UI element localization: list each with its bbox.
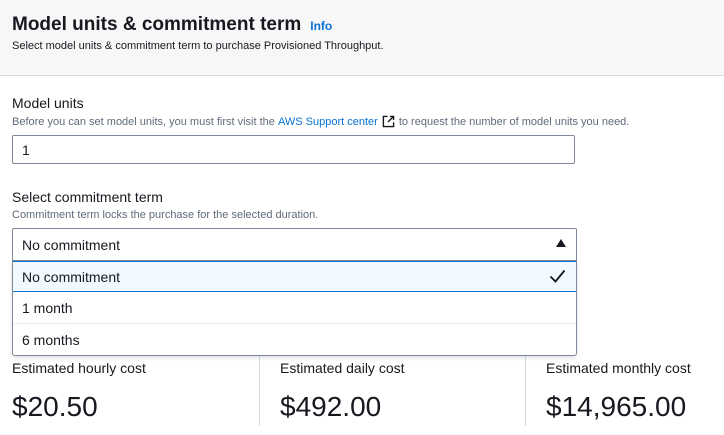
model-units-description: Before you can set model units, you must… <box>12 115 629 128</box>
daily-cost-value: $492.00 <box>280 391 382 422</box>
hourly-cost-value: $20.50 <box>12 391 98 422</box>
hourly-cost-label: Estimated hourly cost <box>12 360 146 376</box>
aws-support-center-link[interactable]: AWS Support center <box>278 116 378 128</box>
option-label: 1 month <box>22 299 73 316</box>
model-units-desc-before: Before you can set model units, you must… <box>12 115 275 128</box>
model-units-label: Model units <box>12 95 84 111</box>
option-label: 6 months <box>22 331 80 348</box>
option-1-month[interactable]: 1 month <box>13 292 576 323</box>
cost-divider <box>525 356 526 426</box>
daily-cost-label: Estimated daily cost <box>280 360 405 376</box>
option-label: No commitment <box>22 268 121 285</box>
section-header: Model units & commitment term Info Selec… <box>0 0 724 76</box>
cost-divider <box>259 356 260 426</box>
info-link[interactable]: Info <box>310 19 332 33</box>
monthly-cost-label: Estimated monthly cost <box>546 360 691 376</box>
caret-up-icon <box>556 239 566 247</box>
option-no-commitment[interactable]: No commitment <box>13 261 576 292</box>
model-units-desc-after: to request the number of model units you… <box>398 115 630 128</box>
commitment-term-dropdown: No commitment 1 month 6 months <box>12 260 577 356</box>
external-link-icon[interactable] <box>382 115 395 128</box>
section-title: Model units & commitment term <box>12 14 302 35</box>
commitment-term-selected-value: No commitment <box>22 236 121 253</box>
checkmark-icon <box>549 269 566 283</box>
model-units-input[interactable] <box>12 135 575 164</box>
section-subtitle: Select model units & commitment term to … <box>12 40 384 52</box>
monthly-cost: Estimated monthly cost $14,965.00 <box>546 360 691 423</box>
monthly-cost-value: $14,965.00 <box>546 391 687 422</box>
hourly-cost: Estimated hourly cost $20.50 <box>12 360 146 423</box>
commitment-term-description: Commitment term locks the purchase for t… <box>12 209 319 221</box>
option-6-months[interactable]: 6 months <box>13 324 576 355</box>
commitment-term-select[interactable]: No commitment <box>12 228 577 260</box>
commitment-term-label: Select commitment term <box>12 189 163 205</box>
title-row: Model units & commitment term Info <box>12 14 332 36</box>
daily-cost: Estimated daily cost $492.00 <box>280 360 405 423</box>
